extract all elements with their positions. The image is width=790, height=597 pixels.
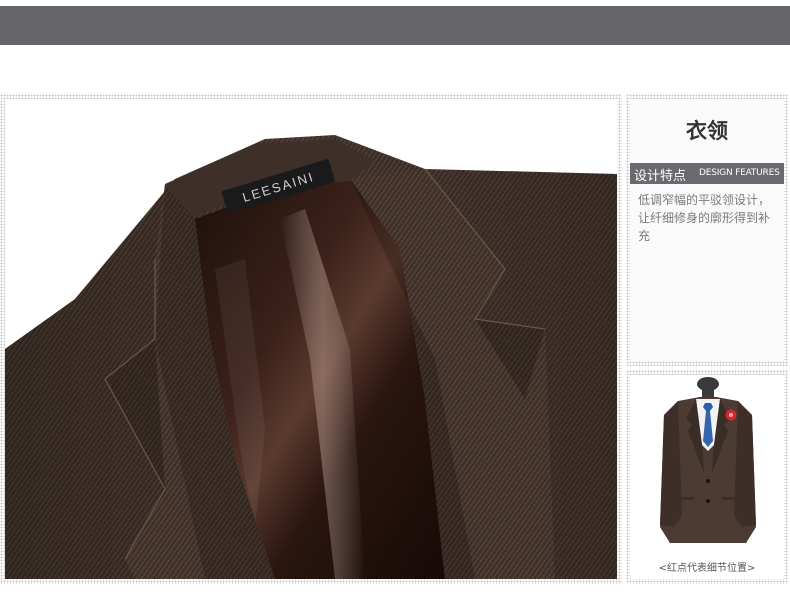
design-info-frame: 衣领 设计特点 DESIGN FEATURES 低调窄幅的平驳领设计，让纤细修身… [626,94,788,366]
thumbnail-panel: <红点代表细节位置> [630,375,784,579]
feature-label-cn: 设计特点 [634,169,687,184]
thumbnail-frame: <红点代表细节位置> [626,370,788,584]
thumbnail-caption: <红点代表细节位置> [658,563,756,574]
main-photo-frame: LEESAINI [0,94,622,584]
section-title: 衣领 [686,119,728,143]
design-features-bar: 设计特点 DESIGN FEATURES [630,163,784,184]
suit-mannequin-illustration [660,377,756,543]
top-banner-bar [0,6,790,45]
red-dot-marker-icon [725,409,737,421]
feature-description: 低调窄幅的平驳领设计，让纤细修身的廓形得到补充 [638,193,771,243]
collar-closeup-illustration: LEESAINI [5,135,617,579]
design-info-panel: 衣领 设计特点 DESIGN FEATURES 低调窄幅的平驳领设计，让纤细修身… [630,99,784,361]
collar-closeup-photo: LEESAINI [5,99,617,579]
feature-label-en: DESIGN FEATURES [699,168,780,178]
